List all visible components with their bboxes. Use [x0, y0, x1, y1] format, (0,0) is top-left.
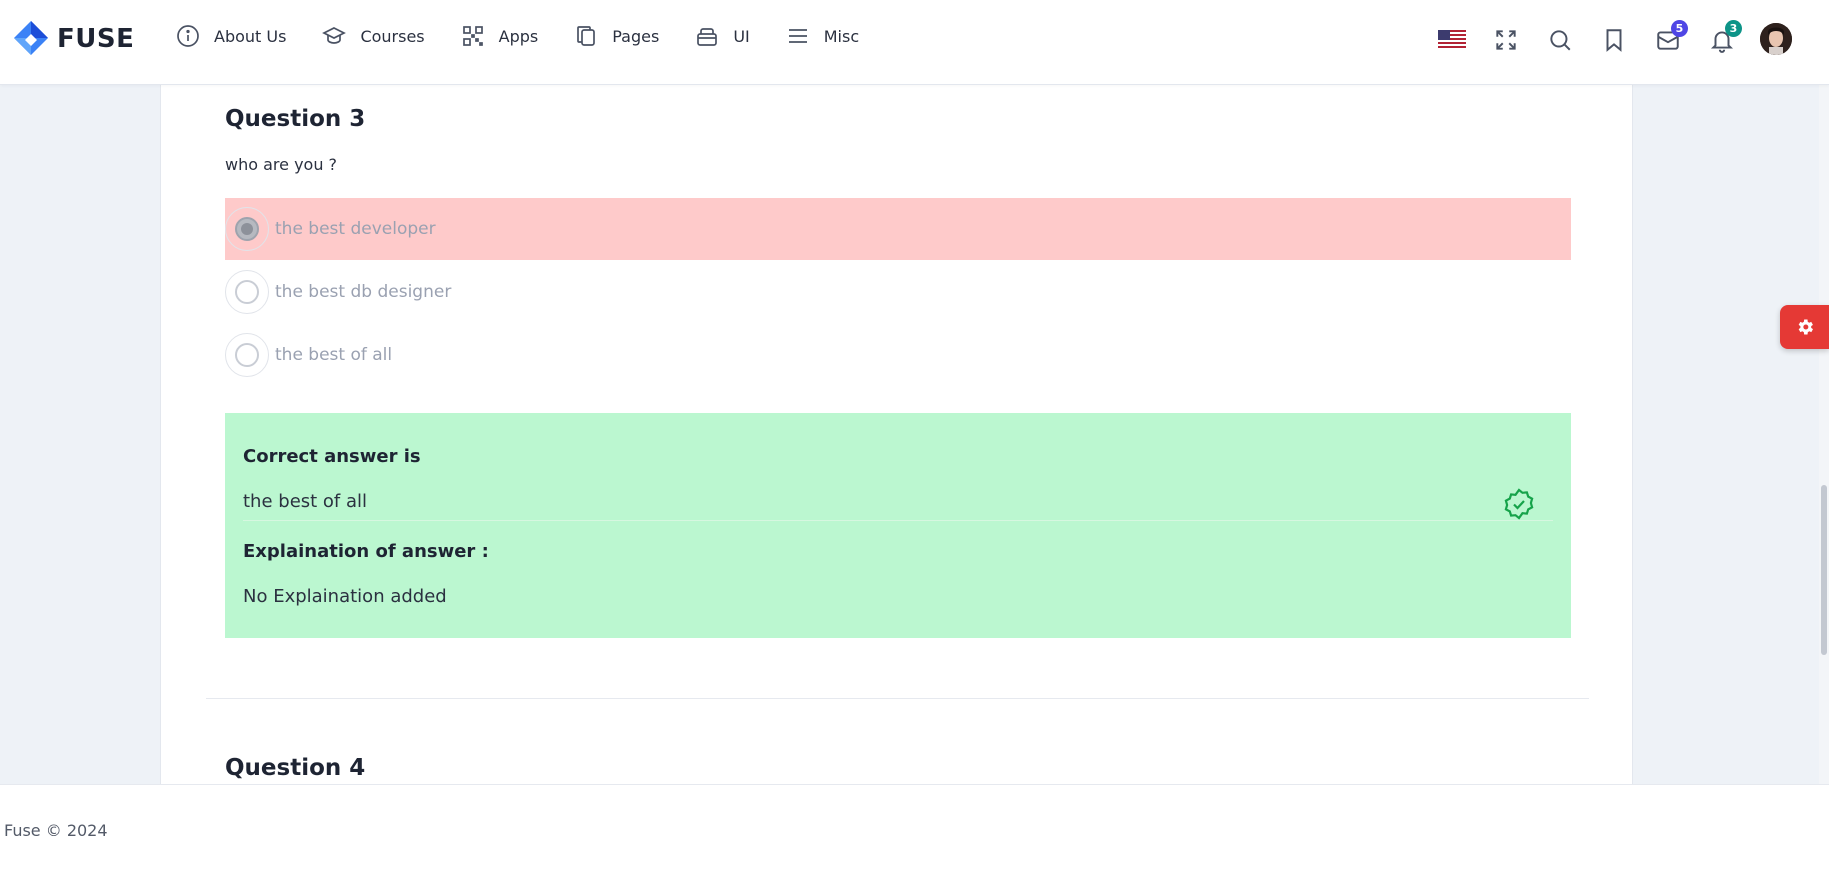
- nav-label: Apps: [498, 26, 539, 46]
- copy-pages-icon: [577, 26, 596, 46]
- settings-tab-button[interactable]: [1780, 305, 1829, 349]
- option-label: the best of all: [275, 345, 393, 365]
- radio-ring: [225, 333, 269, 377]
- footer: Fuse © 2024: [0, 784, 1829, 869]
- info-icon: [177, 25, 199, 47]
- radio-ring: [225, 270, 269, 314]
- correct-answer-heading: Correct answer is: [243, 446, 421, 467]
- nav-item-ui[interactable]: UI: [695, 24, 750, 48]
- layers-box-icon: [697, 28, 718, 46]
- nav-item-misc[interactable]: Misc: [786, 24, 859, 48]
- radio-button[interactable]: [235, 280, 259, 304]
- correct-answer-value: the best of all: [243, 491, 368, 512]
- menu-lines-icon: [788, 29, 807, 43]
- explanation-value: No Explaination added: [243, 586, 447, 607]
- radio-button-checked[interactable]: [235, 217, 259, 241]
- nav-label: Misc: [823, 26, 860, 46]
- question-separator: [206, 698, 1589, 699]
- bookmark-button[interactable]: [1598, 24, 1630, 56]
- radio-ring: [225, 207, 269, 251]
- page-scrollbar[interactable]: [1819, 85, 1829, 784]
- quiz-results-card: Question 3 who are you ? the best develo…: [160, 85, 1633, 784]
- logo[interactable]: FUSE: [13, 20, 134, 58]
- notifications-count-badge: 3: [1725, 20, 1742, 37]
- graduation-cap-icon: [322, 27, 347, 44]
- search-icon: [1550, 30, 1571, 51]
- us-flag-icon: [1438, 30, 1466, 50]
- nav-item-apps[interactable]: Apps: [461, 24, 539, 48]
- logo-text: FUSE: [57, 24, 135, 54]
- nav-item-courses[interactable]: Courses: [322, 24, 425, 48]
- notifications-button[interactable]: 3: [1706, 20, 1742, 56]
- language-button[interactable]: [1436, 24, 1468, 56]
- avatar-image: [1760, 23, 1792, 55]
- qr-grid-icon: [462, 26, 483, 46]
- nav-item-pages[interactable]: Pages: [574, 24, 659, 48]
- option-label: the best developer: [275, 219, 436, 239]
- radio-button[interactable]: [235, 343, 259, 367]
- explanation-heading: Explaination of answer :: [243, 541, 489, 562]
- question-title: Question 3: [225, 106, 366, 132]
- gear-icon: [1798, 319, 1813, 335]
- bookmark-icon: [1606, 29, 1622, 52]
- nav-item-about-us[interactable]: About Us: [176, 24, 286, 48]
- footer-copyright: Fuse © 2024: [4, 821, 108, 840]
- user-avatar[interactable]: [1760, 23, 1792, 55]
- main-nav: About Us Courses Apps Pages UI Misc: [176, 24, 895, 48]
- answer-option[interactable]: the best of all: [225, 324, 1571, 386]
- fullscreen-icon: [1496, 30, 1516, 50]
- nav-label: About Us: [214, 26, 287, 46]
- fullscreen-button[interactable]: [1490, 24, 1522, 56]
- question-title: Question 4: [225, 755, 366, 781]
- top-header: FUSE About Us Courses Apps Pages UI Misc: [0, 0, 1829, 85]
- question-text: who are you ?: [225, 155, 338, 174]
- answer-option[interactable]: the best db designer: [225, 261, 1571, 323]
- option-label: the best db designer: [275, 282, 452, 302]
- search-button[interactable]: [1544, 24, 1576, 56]
- messages-count-badge: 5: [1671, 20, 1688, 37]
- correct-answer-panel: Correct answer is the best of all Explai…: [225, 413, 1571, 638]
- nav-label: Pages: [612, 26, 660, 46]
- nav-label: Courses: [360, 26, 425, 46]
- nav-label: UI: [733, 26, 750, 46]
- check-badge-icon: [1504, 488, 1534, 520]
- messages-button[interactable]: 5: [1652, 20, 1688, 56]
- scrollbar-thumb[interactable]: [1821, 485, 1827, 655]
- answer-option-wrong[interactable]: the best developer: [225, 198, 1571, 260]
- fuse-logo-icon: [14, 21, 48, 55]
- divider: [243, 520, 1553, 521]
